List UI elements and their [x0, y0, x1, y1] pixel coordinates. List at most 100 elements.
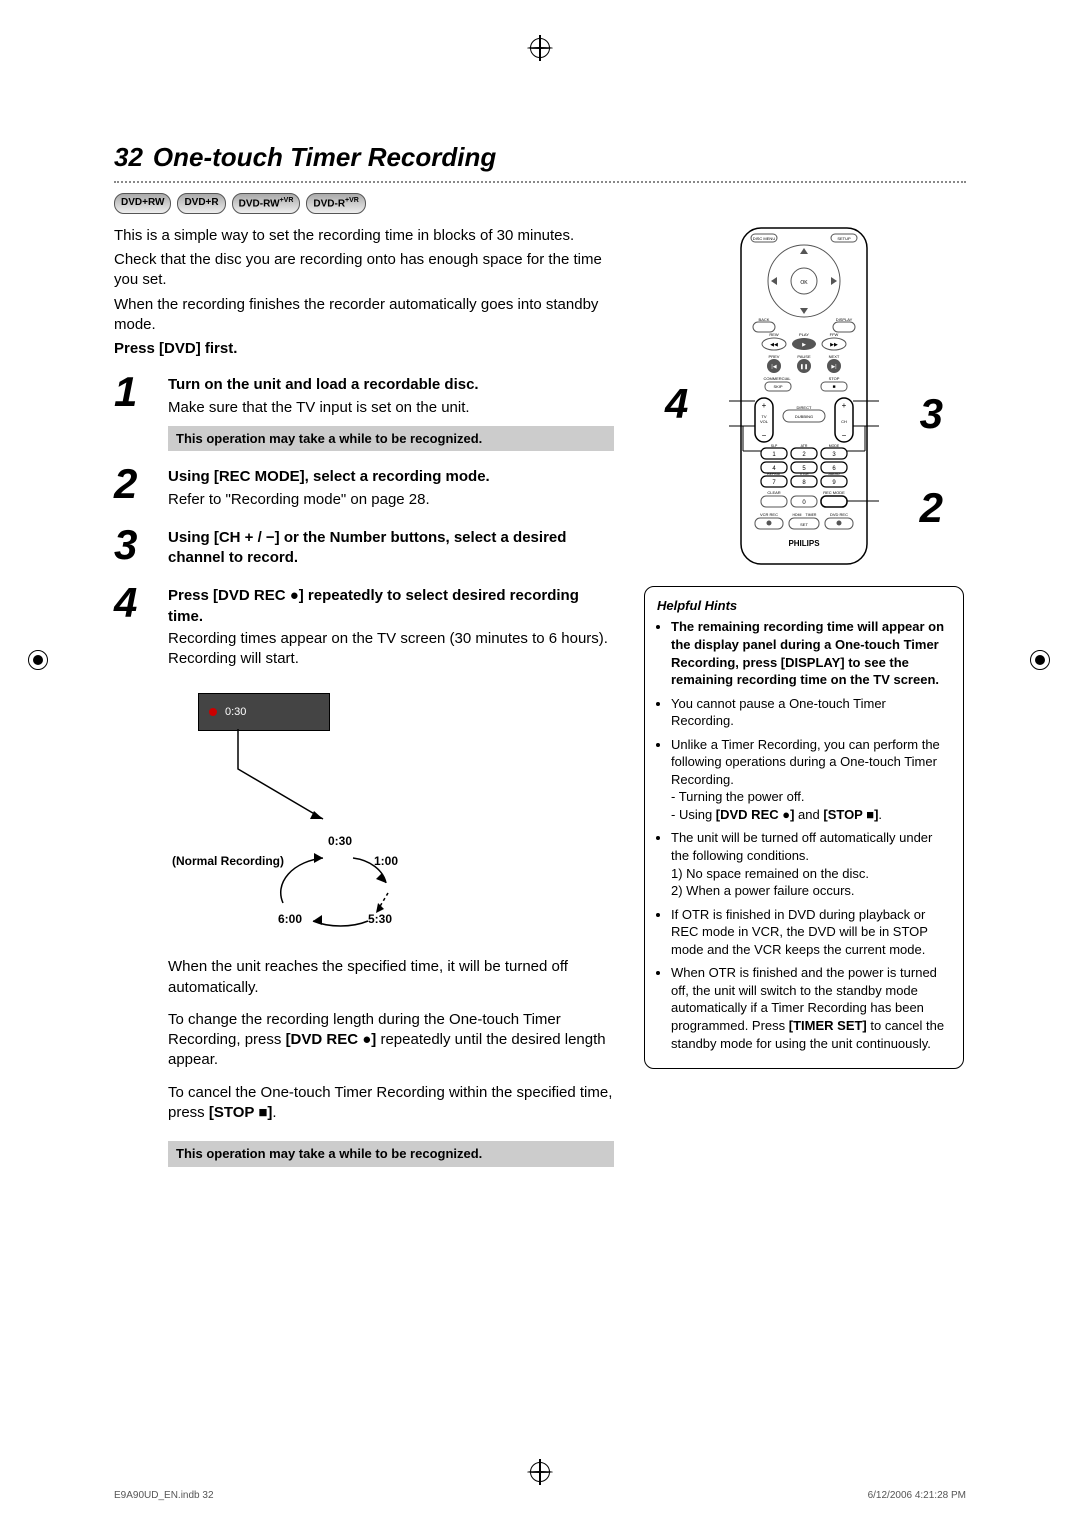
hint-5: If OTR is finished in DVD during playbac… [671, 906, 951, 959]
page-title-row: 32 One-touch Timer Recording [114, 140, 966, 175]
hints-title: Helpful Hints [657, 597, 951, 615]
arrow-osd-to-cycle [228, 729, 348, 839]
hint-4: The unit will be turned off automaticall… [671, 829, 951, 899]
steps-list: 1 Turn on the unit and load a recordable… [114, 373, 614, 1166]
badge-dvd-minus-r: DVD-R+VR [306, 193, 365, 214]
step-2: 2 Using [REC MODE], select a recording m… [114, 465, 614, 512]
left-column: This is a simple way to set the recordin… [114, 226, 614, 1181]
svg-text:HDMI: HDMI [793, 513, 802, 517]
step-1-body: Make sure that the TV input is set on th… [168, 398, 614, 418]
page-number: 32 [114, 140, 143, 175]
crop-mark-top [530, 38, 550, 58]
badge-dvd-plus-r: DVD+R [177, 193, 225, 214]
intro-text: This is a simple way to set the recordin… [114, 226, 614, 360]
svg-text:STOP: STOP [829, 376, 840, 381]
step-4-head: Press [DVD REC ●] repeatedly to select d… [168, 586, 614, 627]
crop-mark-bottom [530, 1462, 550, 1482]
svg-text:PREV: PREV [769, 354, 780, 359]
svg-text:MODE: MODE [829, 444, 840, 448]
followup-1: When the unit reaches the specified time… [168, 957, 614, 998]
intro-line-2: Check that the disc you are recording on… [114, 250, 614, 291]
right-column: 4 3 2 OK DISC MENU [644, 226, 964, 1181]
step-1-head: Turn on the unit and load a recordable d… [168, 375, 614, 395]
svg-text:SLP: SLP [771, 444, 778, 448]
svg-text:COMMERCIAL: COMMERCIAL [763, 376, 791, 381]
svg-text:SKIP: SKIP [773, 384, 782, 389]
step-1: 1 Turn on the unit and load a recordable… [114, 373, 614, 451]
helpful-hints-box: Helpful Hints The remaining recording ti… [644, 586, 964, 1069]
osd-time: 0:30 [225, 705, 246, 720]
svg-text:BACK: BACK [759, 317, 770, 322]
recording-time-diagram: 0:30 0:30 (Normal Recording) 1:00 6:00 [168, 683, 488, 943]
svg-text:−: − [762, 431, 767, 440]
svg-text:+: + [762, 401, 767, 410]
crop-mark-right [1030, 650, 1052, 672]
step-2-head: Using [REC MODE], select a recording mod… [168, 467, 614, 487]
svg-text:❚❚: ❚❚ [800, 364, 808, 370]
badge-dvd-plus-rw: DVD+RW [114, 193, 171, 214]
svg-text:NEXT: NEXT [829, 354, 840, 359]
svg-text:PLAY: PLAY [799, 332, 809, 337]
svg-text:CH: CH [841, 419, 847, 424]
page-content: 32 One-touch Timer Recording DVD+RW DVD+… [114, 140, 966, 1181]
hint-2: You cannot pause a One-touch Timer Recor… [671, 695, 951, 730]
svg-text:REPEAT: REPEAT [767, 472, 782, 476]
hint-3: Unlike a Timer Recording, you can perfor… [671, 736, 951, 824]
svg-text:SETUP: SETUP [837, 236, 851, 241]
svg-text:AUDIO: AUDIO [828, 472, 839, 476]
svg-text:▶|: ▶| [831, 364, 836, 370]
svg-text:▶: ▶ [802, 342, 806, 348]
followup-2: To change the recording length during th… [168, 1010, 614, 1071]
svg-text:DIRECT: DIRECT [797, 405, 812, 410]
svg-text:■: ■ [832, 384, 835, 390]
svg-text:DISC MENU: DISC MENU [753, 236, 776, 241]
svg-text:REC MODE: REC MODE [823, 490, 845, 495]
press-dvd-first: Press [DVD] first. [114, 339, 614, 359]
osd-display: 0:30 [198, 693, 330, 731]
svg-text:PAUSE: PAUSE [797, 354, 811, 359]
followup-text: When the unit reaches the specified time… [168, 957, 614, 1166]
normal-recording-label: (Normal Recording) [172, 853, 284, 869]
svg-text:VCR REC: VCR REC [760, 512, 778, 517]
svg-text:|◀: |◀ [771, 364, 776, 370]
footer-timestamp: 6/12/2006 4:21:28 PM [868, 1489, 966, 1503]
badge-dvd-minus-rw: DVD-RW+VR [232, 193, 301, 214]
svg-text:DUBBING: DUBBING [795, 414, 813, 419]
cycle-arrows [278, 843, 418, 933]
step-4: 4 Press [DVD REC ●] repeatedly to select… [114, 584, 614, 1166]
svg-text:◀◀: ◀◀ [770, 342, 778, 348]
followup-note: This operation may take a while to be re… [168, 1141, 614, 1167]
svg-text:+: + [842, 401, 847, 410]
svg-text:TIMER: TIMER [806, 513, 817, 517]
svg-text:REW: REW [769, 332, 779, 337]
svg-text:CLEAR: CLEAR [767, 490, 780, 495]
crop-mark-left [28, 650, 50, 672]
step-number: 1 [114, 373, 154, 451]
hint-1: The remaining recording time will appear… [671, 618, 951, 688]
hint-6: When OTR is finished and the power is tu… [671, 964, 951, 1052]
title-divider [114, 181, 966, 183]
remote-svg: OK DISC MENU SETUP BACK DISPLAY [729, 226, 879, 566]
step-number: 3 [114, 526, 154, 571]
record-dot-icon [209, 708, 217, 716]
page-footer: E9A90UD_EN.indb 32 6/12/2006 4:21:28 PM [114, 1489, 966, 1503]
callout-3: 3 [920, 386, 943, 443]
svg-text:FFW: FFW [830, 332, 839, 337]
step-3-head: Using [CH + / −] or the Number buttons, … [168, 528, 614, 569]
svg-text:−: − [842, 431, 847, 440]
footer-filename: E9A90UD_EN.indb 32 [114, 1489, 214, 1503]
svg-text:OK: OK [800, 280, 808, 286]
svg-text:SET: SET [800, 522, 808, 527]
svg-text:▶▶: ▶▶ [830, 342, 838, 348]
disc-type-badges: DVD+RW DVD+R DVD-RW+VR DVD-R+VR [114, 193, 966, 214]
step-number: 4 [114, 584, 154, 1166]
step-1-note: This operation may take a while to be re… [168, 426, 614, 452]
intro-line-3: When the recording finishes the recorder… [114, 295, 614, 336]
svg-text:TITLE: TITLE [799, 472, 809, 476]
step-3: 3 Using [CH + / −] or the Number buttons… [114, 526, 614, 571]
step-number: 2 [114, 465, 154, 512]
followup-3: To cancel the One-touch Timer Recording … [168, 1083, 614, 1124]
svg-text:VOL: VOL [760, 419, 769, 424]
remote-brand: PHILIPS [788, 539, 820, 548]
svg-text:DISPLAY: DISPLAY [836, 317, 853, 322]
